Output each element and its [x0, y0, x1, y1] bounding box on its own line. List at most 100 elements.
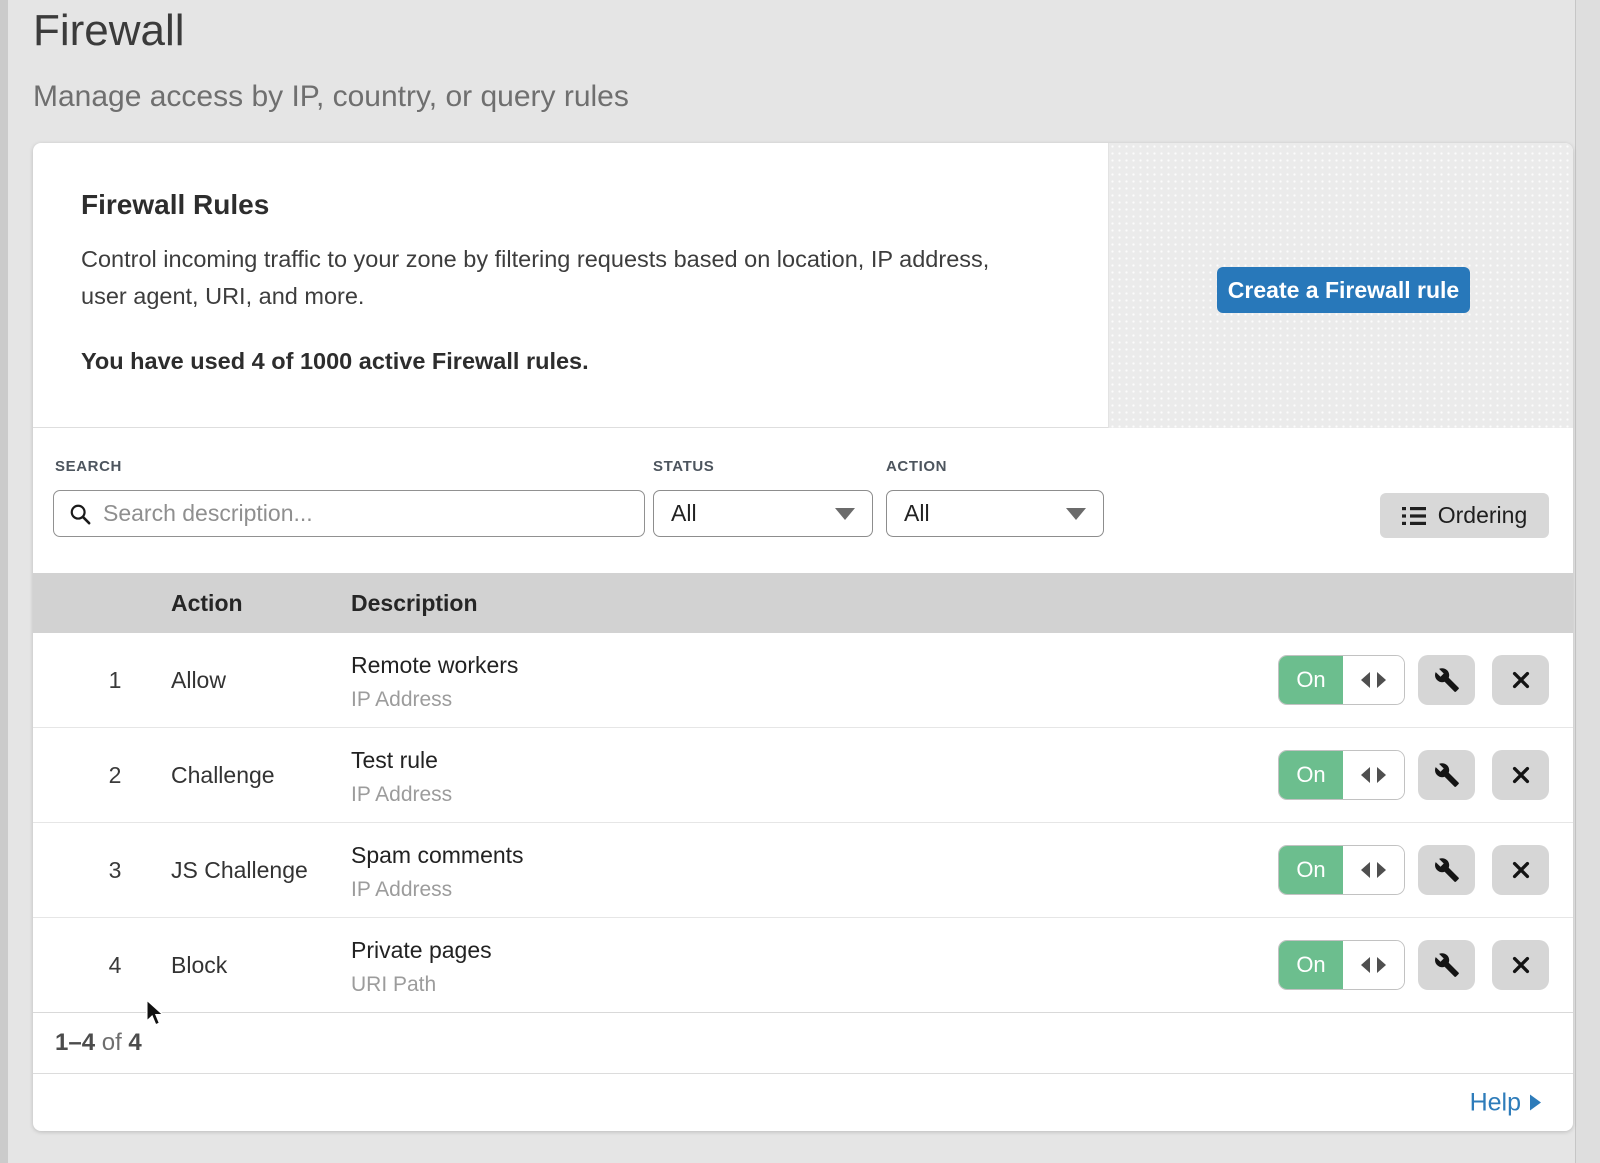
firewall-rules-card: Firewall Rules Control incoming traffic …	[33, 143, 1573, 1131]
caret-left-icon	[1361, 767, 1370, 783]
wrench-icon	[1434, 952, 1460, 978]
edit-rule-button[interactable]	[1418, 655, 1475, 705]
search-icon	[69, 503, 91, 525]
edit-rule-button[interactable]	[1418, 940, 1475, 990]
mouse-cursor	[144, 999, 168, 1029]
caret-right-icon	[1377, 672, 1386, 688]
pagination-total: 4	[128, 1029, 141, 1056]
rule-priority: 3	[97, 823, 133, 917]
ordered-list-icon	[1402, 506, 1426, 526]
delete-rule-button[interactable]	[1492, 750, 1549, 800]
caret-right-icon	[1377, 957, 1386, 973]
rule-priority: 1	[97, 633, 133, 727]
pagination-text: 1–4 of 4	[55, 1013, 142, 1073]
rule-action: Block	[171, 918, 227, 1012]
caret-right-icon	[1530, 1095, 1541, 1111]
usage-note: You have used 4 of 1000 active Firewall …	[81, 348, 589, 375]
caret-left-icon	[1361, 957, 1370, 973]
action-select-value: All	[904, 500, 930, 527]
create-rule-panel: Create a Firewall rule	[1108, 143, 1573, 428]
wrench-icon	[1434, 857, 1460, 883]
chevron-down-icon	[1066, 508, 1086, 520]
status-label: STATUS	[653, 458, 714, 475]
edit-rule-button[interactable]	[1418, 845, 1475, 895]
delete-rule-button[interactable]	[1492, 940, 1549, 990]
toggle-on-label: On	[1279, 751, 1343, 799]
toggle-drag-handle[interactable]	[1343, 846, 1404, 894]
rule-description-cell: Spam comments IP Address	[351, 842, 524, 902]
rule-action: Challenge	[171, 728, 275, 822]
rule-description-cell: Remote workers IP Address	[351, 652, 518, 712]
caret-right-icon	[1377, 767, 1386, 783]
rule-description-cell: Test rule IP Address	[351, 747, 452, 807]
rule-match-field: URI Path	[351, 973, 492, 997]
rule-enabled-toggle[interactable]: On	[1278, 845, 1405, 895]
toggle-on-label: On	[1279, 846, 1343, 894]
pagination-bar: 1–4 of 4	[33, 1013, 1573, 1073]
column-header-description: Description	[351, 573, 478, 633]
window-left-edge	[0, 0, 8, 1163]
caret-left-icon	[1361, 862, 1370, 878]
help-link[interactable]: Help	[1470, 1088, 1541, 1117]
firewall-rule-row: 1 Allow Remote workers IP Address On	[33, 633, 1573, 728]
toggle-drag-handle[interactable]	[1343, 941, 1404, 989]
caret-right-icon	[1377, 862, 1386, 878]
section-heading: Firewall Rules	[81, 189, 269, 221]
rules-table-header: Action Description	[33, 573, 1573, 633]
pagination-of: of	[95, 1029, 128, 1056]
search-box	[53, 490, 645, 537]
page-subtitle: Manage access by IP, country, or query r…	[33, 80, 629, 114]
rule-priority: 4	[97, 918, 133, 1012]
ordering-button-label: Ordering	[1438, 502, 1527, 529]
window-right-edge	[1575, 0, 1600, 1163]
action-label: ACTION	[886, 458, 947, 475]
caret-left-icon	[1361, 672, 1370, 688]
rule-enabled-toggle[interactable]: On	[1278, 750, 1405, 800]
card-footer: Help	[33, 1073, 1573, 1131]
chevron-down-icon	[835, 508, 855, 520]
close-icon	[1510, 954, 1532, 976]
toggle-drag-handle[interactable]	[1343, 656, 1404, 704]
rule-description-cell: Private pages URI Path	[351, 937, 492, 997]
pagination-range: 1–4	[55, 1029, 95, 1056]
firewall-rule-row: 2 Challenge Test rule IP Address On	[33, 728, 1573, 823]
close-icon	[1510, 859, 1532, 881]
firewall-rules-summary-section: Firewall Rules Control incoming traffic …	[33, 143, 1573, 428]
rule-match-field: IP Address	[351, 783, 452, 807]
wrench-icon	[1434, 762, 1460, 788]
close-icon	[1510, 669, 1532, 691]
rule-priority: 2	[97, 728, 133, 822]
toggle-drag-handle[interactable]	[1343, 751, 1404, 799]
rule-enabled-toggle[interactable]: On	[1278, 940, 1405, 990]
search-input[interactable]	[103, 500, 629, 527]
section-description: Control incoming traffic to your zone by…	[81, 241, 989, 315]
action-select[interactable]: All	[886, 490, 1104, 537]
search-label: SEARCH	[55, 458, 122, 475]
rule-action: JS Challenge	[171, 823, 308, 917]
rule-description: Spam comments	[351, 842, 524, 869]
page-title: Firewall	[33, 6, 185, 56]
rule-match-field: IP Address	[351, 688, 518, 712]
rule-enabled-toggle[interactable]: On	[1278, 655, 1405, 705]
toggle-on-label: On	[1279, 941, 1343, 989]
delete-rule-button[interactable]	[1492, 655, 1549, 705]
rule-description: Private pages	[351, 937, 492, 964]
section-description-line2: user agent, URI, and more.	[81, 278, 989, 315]
edit-rule-button[interactable]	[1418, 750, 1475, 800]
close-icon	[1510, 764, 1532, 786]
rule-action: Allow	[171, 633, 226, 727]
wrench-icon	[1434, 667, 1460, 693]
rule-description: Test rule	[351, 747, 452, 774]
firewall-rule-row: 3 JS Challenge Spam comments IP Address …	[33, 823, 1573, 918]
section-description-line1: Control incoming traffic to your zone by…	[81, 241, 989, 278]
toggle-on-label: On	[1279, 656, 1343, 704]
status-select-value: All	[671, 500, 697, 527]
rule-match-field: IP Address	[351, 878, 524, 902]
create-firewall-rule-button[interactable]: Create a Firewall rule	[1217, 267, 1470, 313]
delete-rule-button[interactable]	[1492, 845, 1549, 895]
rule-description: Remote workers	[351, 652, 518, 679]
column-header-action: Action	[171, 573, 243, 633]
firewall-rule-row: 4 Block Private pages URI Path On	[33, 918, 1573, 1013]
status-select[interactable]: All	[653, 490, 873, 537]
ordering-button[interactable]: Ordering	[1380, 493, 1549, 538]
